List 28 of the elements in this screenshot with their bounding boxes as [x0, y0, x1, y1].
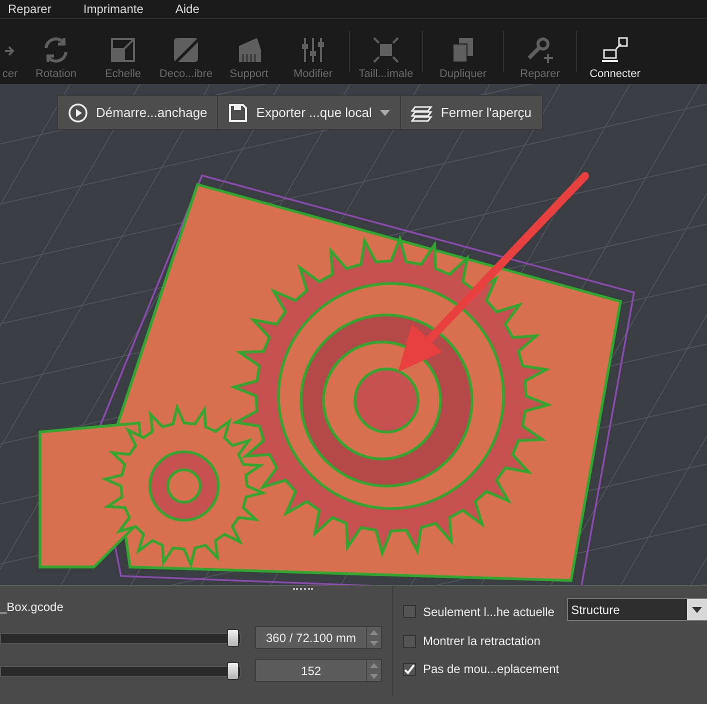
option-checkbox[interactable]: Seulement l...he actuelle [403, 602, 560, 621]
menu-item[interactable]: Aide [175, 2, 210, 16]
slider-thumb[interactable] [227, 662, 240, 680]
fit-size-icon [372, 36, 400, 64]
wrench-plus-icon [526, 36, 554, 64]
save-icon [228, 102, 248, 122]
option-checkbox[interactable]: Montrer la retractation [403, 633, 560, 649]
scale-icon [109, 36, 137, 64]
preview-button[interactable]: Fermer l'aperçu [400, 96, 542, 129]
view-mode-dropdown[interactable]: Structure [567, 598, 707, 621]
sliced-block-icon [172, 36, 200, 64]
preview-button[interactable]: Exporter ...que local [218, 96, 401, 129]
resize-handle[interactable] [293, 588, 313, 591]
file-name: _Box.gcode [0, 600, 64, 616]
menu-item[interactable]: Reparer [8, 2, 62, 16]
toolbar-button[interactable]: Connecter [580, 19, 650, 84]
connect-icon [601, 36, 629, 64]
slider-thumb[interactable] [227, 628, 240, 646]
caret-icon [692, 606, 702, 612]
menu-item[interactable]: Imprimante [83, 2, 154, 16]
preview-button[interactable]: Démarre...anchage [58, 96, 218, 129]
play-icon [68, 102, 88, 122]
checkbox[interactable] [403, 605, 416, 618]
checkbox[interactable] [403, 662, 416, 676]
option-checkbox[interactable]: Pas de mou...eplacement [403, 661, 560, 677]
sliders-icon [301, 36, 325, 64]
checkbox[interactable] [403, 634, 416, 648]
rotate-icon [42, 36, 70, 64]
